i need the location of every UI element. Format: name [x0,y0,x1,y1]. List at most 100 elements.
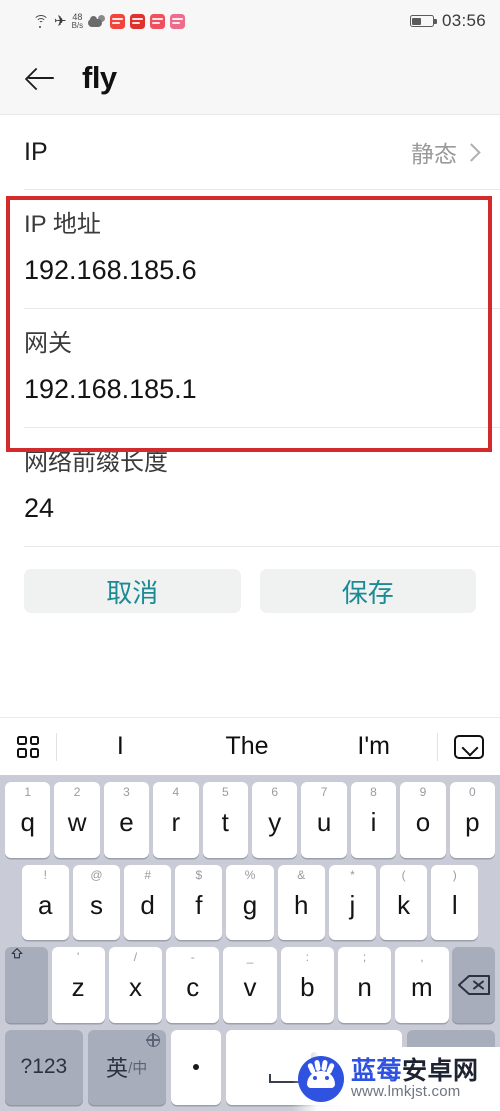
key-q[interactable]: 1q [4,782,51,858]
gateway-field[interactable]: 网关 192.168.185.1 [0,309,500,427]
globe-icon [145,1032,160,1047]
key-alt-label: % [244,867,256,882]
network-speed-unit: B/s [71,20,84,30]
key-main-label: e [119,807,134,838]
row-spacer [482,865,495,941]
key-alt-label: 3 [123,785,130,799]
android-robot-logo-icon [298,1056,344,1102]
key-h[interactable]: & h [277,864,325,940]
key-alt-label: / [133,950,138,964]
status-bar: ✈ 48 B/s 03:56 [0,0,500,42]
key-main-label: f [195,889,203,920]
save-button-label: 保存 [341,577,394,608]
key-a[interactable]: ! a [21,864,69,940]
key-main-label: a [38,889,53,920]
key-k[interactable]: (k [380,864,428,940]
key-alt-label: : [305,950,309,964]
key-main-label: c [186,972,200,1003]
save-button[interactable]: 保存 [259,569,476,613]
shift-icon [11,948,23,959]
key-e[interactable]: 3e [103,782,150,858]
key-main-label: q [20,807,35,838]
key-t[interactable]: 5t [202,782,248,858]
key-w[interactable]: 2w [54,782,100,858]
app-notification-icon [170,13,186,29]
key-i[interactable]: 8i [350,782,397,858]
key-g[interactable]: % g [226,864,274,940]
prefix-length-value[interactable]: 24 [24,493,476,524]
key-s[interactable]: @ s [72,864,121,940]
backspace-icon [457,974,490,995]
key-alt-label: ( [401,867,406,882]
prefix-length-label: 网络前缀长度 [24,449,168,476]
key-b[interactable]: :b [280,947,334,1023]
key-d[interactable]: # d [124,864,172,940]
key-main-label: r [171,807,181,838]
gateway-value[interactable]: 192.168.185.1 [24,374,476,405]
key-main-label: n [357,972,372,1003]
key-main-label: i [370,807,377,838]
period-key[interactable] [170,1029,222,1105]
symbols-key[interactable]: ?123 [5,1029,83,1105]
key-main-label: t [221,807,229,838]
key-p[interactable]: 0p [449,782,496,858]
cancel-button[interactable]: 取消 [24,569,241,613]
key-y[interactable]: 6y [252,782,298,858]
chevron-down-boxed-icon[interactable] [438,734,500,759]
suggestion-word[interactable]: I [57,732,184,761]
key-main-label: l [451,889,458,920]
row-spacer [5,865,18,941]
watermark-brand-primary: 蓝莓 [351,1057,403,1085]
back-arrow-icon[interactable] [26,63,56,93]
key-o[interactable]: 9o [400,782,446,858]
key-alt-label: _ [246,950,254,964]
key-alt-label: & [297,867,306,882]
key-c[interactable]: -c [166,947,220,1023]
ip-address-field[interactable]: IP 地址 192.168.185.6 [0,190,500,308]
key-alt-label: # [144,867,151,882]
key-u[interactable]: 7u [301,782,347,858]
key-j[interactable]: * j [328,864,376,940]
ip-address-value[interactable]: 192.168.185.6 [24,255,476,286]
key-main-label: m [411,972,433,1003]
key-x[interactable]: / x [108,947,163,1023]
key-main-label: b [300,972,315,1003]
key-main-label: d [140,889,155,920]
key-main-label: k [397,889,411,920]
language-key-secondary: /中 [128,1059,148,1077]
keyboard-row-1: 1q2w3e4r5t6y7u8i9o0p [3,782,497,858]
app-notification-icon [110,13,126,29]
key-alt-label: @ [90,867,103,882]
app-notification-icon [130,13,146,29]
keyboard-row-3: ' z / x - c _ v: b; n, m [3,947,497,1023]
key-alt-label: ) [452,867,457,882]
grid-menu-icon[interactable] [0,735,56,758]
prefix-length-field[interactable]: 网络前缀长度 24 [0,428,500,546]
key-f[interactable]: $ f [175,864,223,940]
key-v[interactable]: _ v [223,947,277,1023]
key-n[interactable]: ; n [337,947,392,1023]
key-r[interactable]: 4r [153,782,199,858]
key-alt-label: 0 [468,785,476,799]
network-settings-form: IP 静态 IP 地址 192.168.185.6 网关 192.168.185… [0,114,500,613]
key-main-label: v [243,972,257,1003]
app-notification-icon [150,13,166,29]
wifi-icon [32,14,49,28]
ip-mode-row[interactable]: IP 静态 [0,115,500,189]
ip-mode-label: IP [24,137,48,166]
suggestion-word[interactable]: The [184,732,311,761]
key-l[interactable]: ) l [431,864,479,940]
status-bar-clock: 03:56 [441,11,486,30]
key-m[interactable]: ,m [395,947,449,1023]
suggestion-word[interactable]: I'm [310,732,437,761]
weather-icon [88,14,106,28]
key-main-label: p [465,807,480,838]
airplane-mode-icon: ✈ [54,12,67,30]
key-alt-label: , [420,950,424,964]
action-button-row: 取消 保存 [0,547,500,613]
language-switch-key[interactable]: 英/中 [87,1029,166,1105]
key-main-label: o [415,807,431,838]
key-z[interactable]: ' z [51,947,105,1023]
backspace-key[interactable] [452,947,495,1023]
shift-key[interactable] [5,947,48,1023]
